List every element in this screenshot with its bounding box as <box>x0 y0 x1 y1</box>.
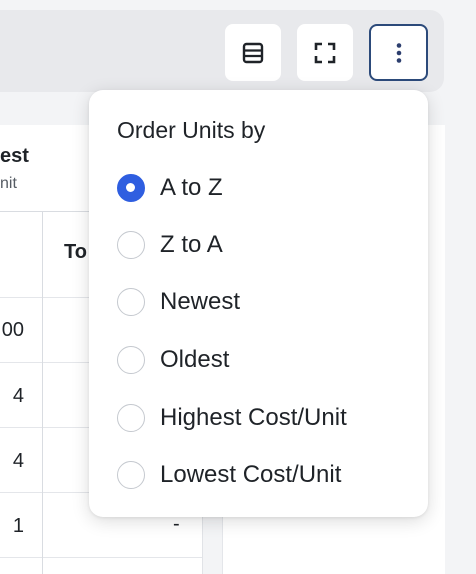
sort-option-z-to-a[interactable]: Z to A <box>117 225 417 265</box>
column-subtitle: nit <box>0 175 17 192</box>
radio-icon[interactable] <box>117 346 145 374</box>
table-view-button[interactable] <box>225 24 281 81</box>
radio-selected-icon[interactable] <box>117 174 145 202</box>
option-label: Highest Cost/Unit <box>160 404 347 431</box>
table-cell: 4 <box>12 450 24 472</box>
menu-title: Order Units by <box>117 117 266 143</box>
radio-icon[interactable] <box>117 404 145 432</box>
fullscreen-icon <box>314 42 336 63</box>
sort-option-newest[interactable]: Newest <box>117 282 417 322</box>
more-options-button[interactable] <box>369 24 428 81</box>
option-label: Z to A <box>160 231 223 258</box>
more-vertical-icon <box>396 42 401 63</box>
column-title: est <box>0 145 29 167</box>
option-label: A to Z <box>160 174 223 201</box>
radio-icon[interactable] <box>117 288 145 316</box>
column-divider <box>42 211 43 574</box>
table-cell: 4 <box>12 385 24 407</box>
table-rows-icon <box>242 42 264 63</box>
table-cell: 1 <box>12 515 24 537</box>
radio-icon[interactable] <box>117 231 145 259</box>
sort-option-highest-cost[interactable]: Highest Cost/Unit <box>117 398 417 438</box>
sort-option-lowest-cost[interactable]: Lowest Cost/Unit <box>117 455 417 495</box>
table-cell: 00 <box>1 319 24 341</box>
column-header-total: To <box>64 241 87 263</box>
option-label: Lowest Cost/Unit <box>160 461 342 488</box>
option-label: Newest <box>160 288 241 315</box>
sort-option-a-to-z[interactable]: A to Z <box>117 168 417 208</box>
option-label: Oldest <box>160 346 230 373</box>
fullscreen-button[interactable] <box>297 24 353 81</box>
sort-menu: Order Units by A to Z Z to A Newest Olde… <box>89 90 428 517</box>
radio-icon[interactable] <box>117 461 145 489</box>
sort-option-oldest[interactable]: Oldest <box>117 340 417 380</box>
